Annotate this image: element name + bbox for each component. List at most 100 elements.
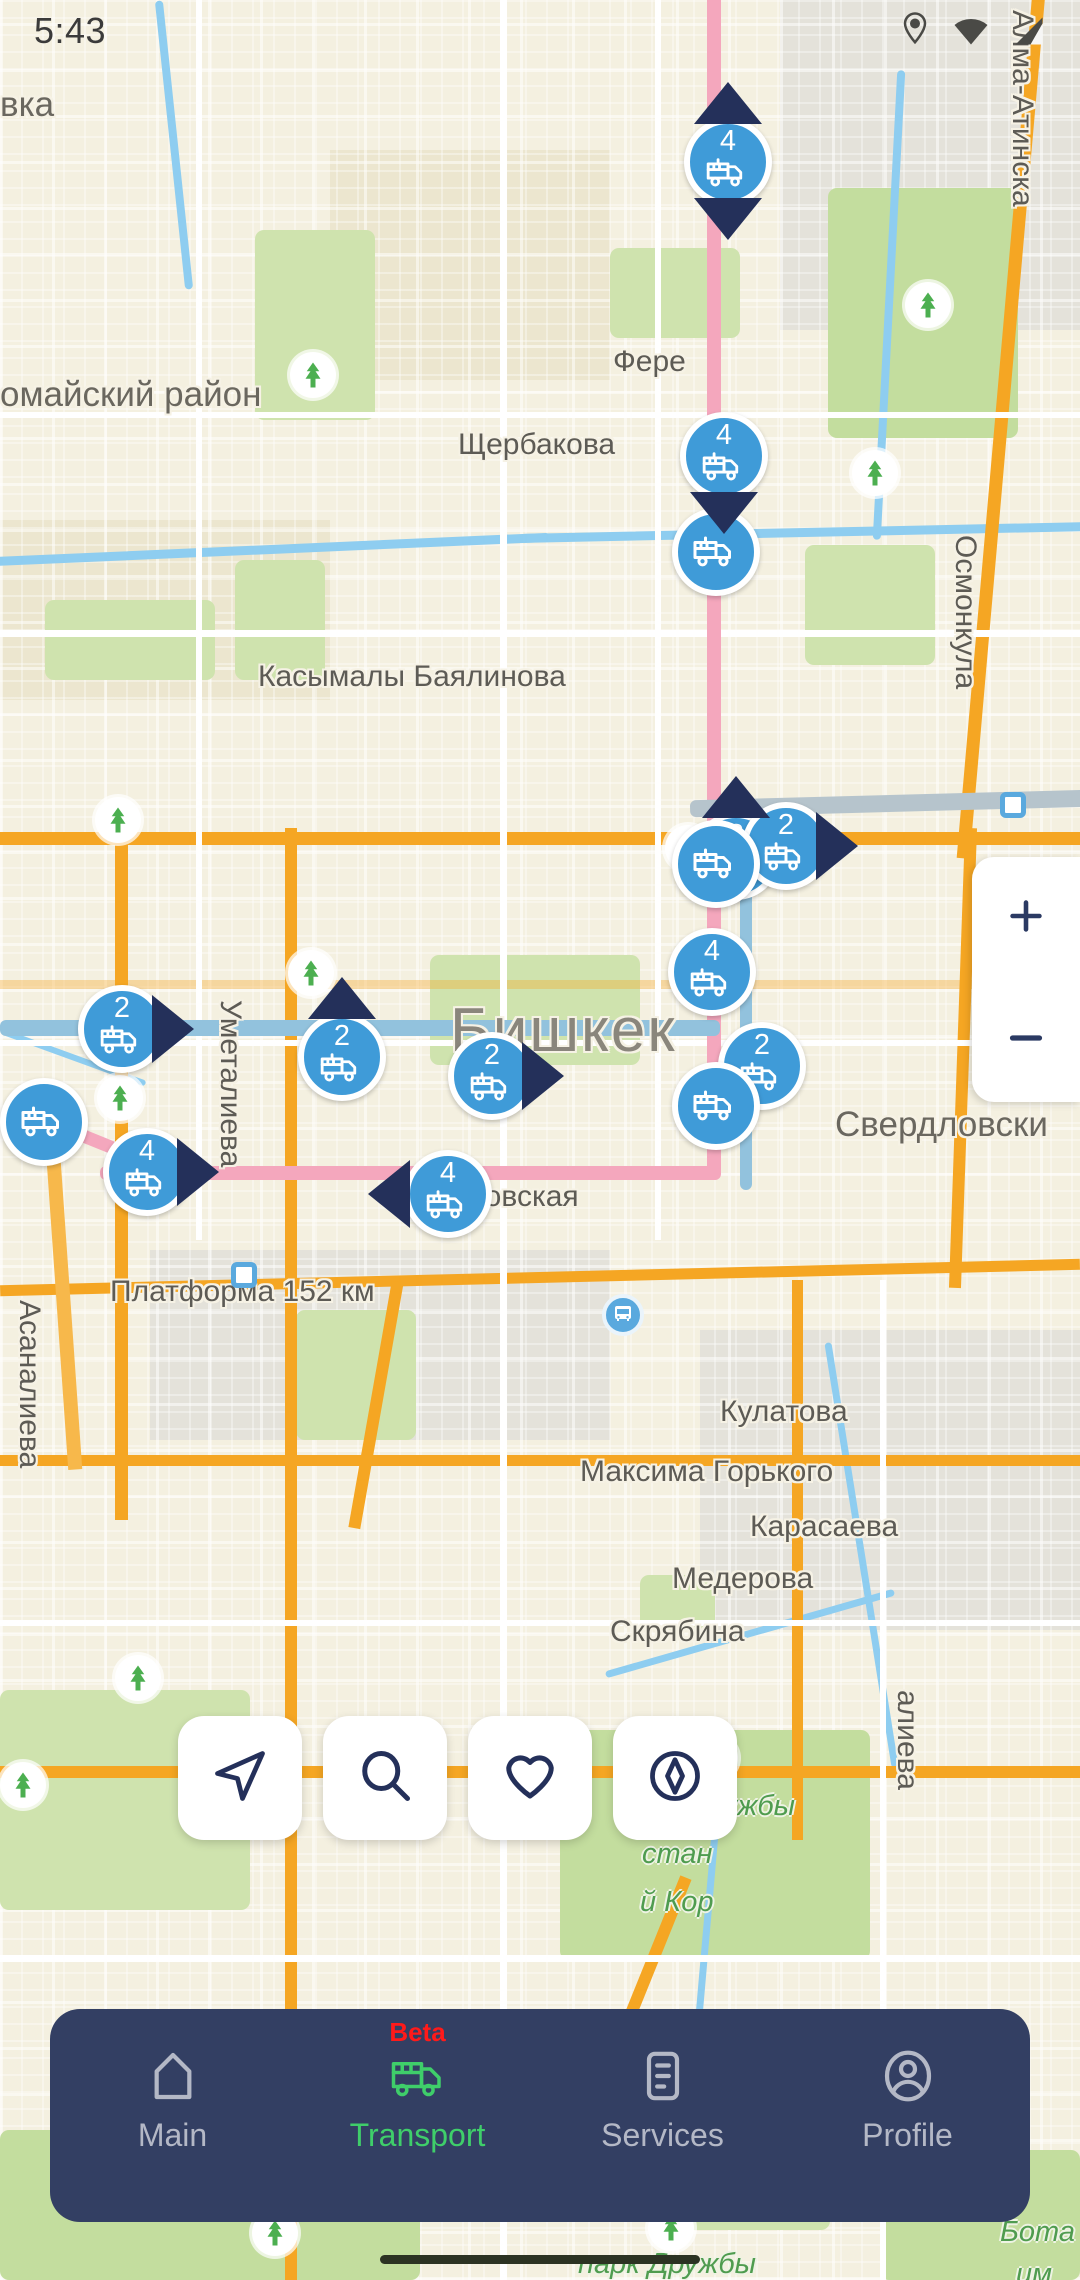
map-zoom-control[interactable] xyxy=(972,857,1080,1102)
park-poi-icon[interactable] xyxy=(97,1075,143,1121)
nav-item-services[interactable]: Services xyxy=(540,2045,785,2154)
favorites-button[interactable] xyxy=(468,1716,592,1840)
bus-icon xyxy=(20,1102,68,1143)
map-label: Щербакова xyxy=(458,428,616,461)
status-bar-icons xyxy=(900,12,1046,50)
map-road xyxy=(0,1955,1080,1962)
park-poi-icon[interactable] xyxy=(115,1655,161,1701)
map-label: омайский район xyxy=(0,375,262,414)
search-button[interactable] xyxy=(323,1716,447,1840)
bus-route-number: 4 xyxy=(439,1156,457,1189)
map-label-park: стан xyxy=(642,1838,713,1870)
bus-icon xyxy=(692,844,740,885)
bus-icon xyxy=(99,1020,145,1060)
bus-marker[interactable]: 4 xyxy=(680,412,768,500)
nav-item-label: Transport xyxy=(349,2117,486,2153)
station-marker[interactable] xyxy=(231,1262,257,1288)
route-button[interactable] xyxy=(613,1716,737,1840)
nav-item-profile[interactable]: Profile xyxy=(785,2045,1030,2154)
navigation-arrow-icon xyxy=(210,1746,270,1811)
bus-icon xyxy=(689,963,735,1003)
search-icon xyxy=(355,1746,415,1811)
map-label-park: й Кор xyxy=(640,1886,714,1918)
zoom-in-button[interactable] xyxy=(972,857,1080,980)
map-road xyxy=(196,0,202,1240)
bus-icon xyxy=(692,1086,740,1127)
bus-direction-arrow-down xyxy=(690,492,758,534)
map-action-buttons[interactable] xyxy=(178,1716,737,1840)
bus-marker[interactable] xyxy=(672,820,760,908)
map-road xyxy=(0,1620,1080,1626)
bus-station-marker[interactable] xyxy=(602,1294,644,1336)
map-label-park: парк Дружбы xyxy=(578,2248,756,2280)
map-label-park: им xyxy=(1016,2258,1053,2280)
locate-me-button[interactable] xyxy=(178,1716,302,1840)
gesture-bar xyxy=(380,2255,700,2264)
nav-item-label: Profile xyxy=(862,2117,953,2153)
map-road-major xyxy=(0,980,1080,989)
bus-icon xyxy=(692,532,740,573)
park-poi-icon[interactable] xyxy=(905,282,951,328)
map-label: Касымалы Баялинова xyxy=(258,660,566,693)
heart-icon xyxy=(500,1746,560,1811)
bus-direction-arrow-right xyxy=(522,1042,564,1110)
bus-route-number: 4 xyxy=(719,124,737,157)
bottom-navigation-bar[interactable]: Main Beta Transport Services Profile xyxy=(50,2009,1030,2222)
bus-direction-arrow-right xyxy=(152,995,194,1063)
home-icon xyxy=(145,2045,201,2107)
map-road-major xyxy=(0,832,1080,845)
bus-icon xyxy=(763,837,809,877)
wifi-icon xyxy=(952,16,990,46)
bus-route-number: 4 xyxy=(138,1134,156,1167)
bus-icon xyxy=(390,2045,446,2107)
minus-icon xyxy=(1003,1015,1049,1066)
nav-item-transport[interactable]: Beta Transport xyxy=(295,2017,540,2154)
bus-marker[interactable]: 4 xyxy=(684,118,772,206)
park-poi-icon[interactable] xyxy=(290,352,336,398)
bus-direction-arrow-up xyxy=(702,776,770,818)
bus-icon xyxy=(319,1048,365,1088)
map-label: вка xyxy=(0,85,55,124)
map-label: Свердловски xyxy=(835,1105,1048,1144)
bus-icon xyxy=(425,1185,471,1225)
map-canvas[interactable]: вка Фере Щербакова Касымалы Баялинова Платфо… xyxy=(0,0,1080,2280)
nav-item-label: Services xyxy=(601,2117,724,2153)
nav-item-main[interactable]: Main xyxy=(50,2045,295,2154)
map-label: Максима Горького xyxy=(580,1455,834,1488)
bus-marker[interactable]: 4 xyxy=(668,928,756,1016)
map-road xyxy=(500,0,507,2280)
map-label: Фере xyxy=(613,345,686,378)
map-label: Кулатова xyxy=(720,1395,848,1428)
diamond-in-circle-icon xyxy=(645,1746,705,1811)
bus-route-number: 2 xyxy=(753,1028,771,1061)
bus-route-number: 2 xyxy=(113,991,131,1024)
park-poi-icon[interactable] xyxy=(95,797,141,843)
map-label-vertical: Осмонкула xyxy=(949,535,982,690)
station-marker[interactable] xyxy=(1000,792,1026,818)
map-label-park: Бота xyxy=(1000,2216,1075,2248)
bus-direction-arrow-up xyxy=(694,82,762,124)
bus-route-number: 2 xyxy=(333,1019,351,1052)
bus-direction-arrow-down xyxy=(694,198,762,240)
bus-icon xyxy=(705,153,751,193)
bus-direction-arrow-left xyxy=(368,1160,410,1228)
bus-marker[interactable] xyxy=(672,1062,760,1150)
park-poi-icon[interactable] xyxy=(852,450,898,496)
bus-marker[interactable] xyxy=(0,1078,88,1166)
map-label: Скрябина xyxy=(610,1615,745,1648)
map-label: Карасаева xyxy=(750,1510,899,1543)
bus-icon xyxy=(701,447,747,487)
bus-direction-arrow-right xyxy=(816,812,858,880)
bus-marker[interactable]: 4 xyxy=(404,1150,492,1238)
status-bar-clock: 5:43 xyxy=(34,10,107,51)
zoom-out-button[interactable] xyxy=(972,980,1080,1103)
map-road-major xyxy=(792,1280,803,1840)
map-label: Медерова xyxy=(672,1562,814,1595)
beta-badge: Beta xyxy=(389,2017,446,2047)
bus-marker[interactable]: 2 xyxy=(298,1013,386,1101)
status-bar: 5:43 xyxy=(0,0,1080,62)
map-label-vertical: Асаналиева xyxy=(13,1300,46,1469)
park-poi-icon[interactable] xyxy=(0,1762,46,1808)
map-road xyxy=(0,630,1080,637)
bus-direction-arrow-right xyxy=(177,1138,219,1206)
